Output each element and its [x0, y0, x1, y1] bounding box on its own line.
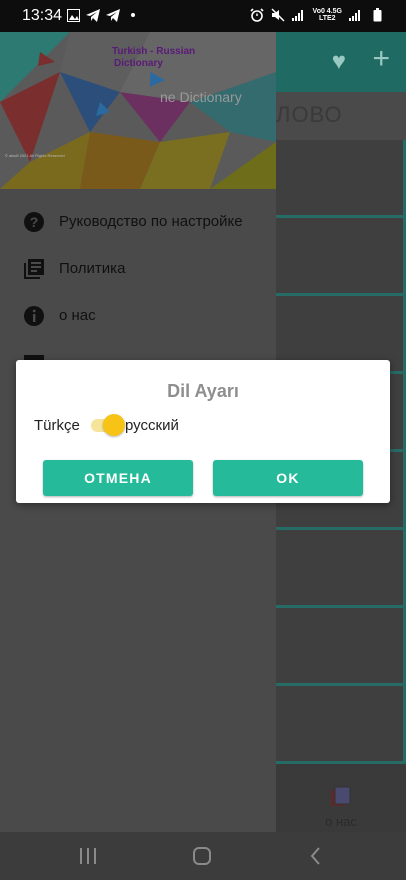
- drawer-app-title: Turkish - Russian Dictionary: [112, 46, 195, 70]
- drawer-item-label: о нас: [59, 307, 96, 324]
- list-item[interactable]: [276, 686, 406, 764]
- drawer-item-about[interactable]: о нас: [0, 292, 276, 340]
- dialog-title: Dil Ayarı: [167, 381, 239, 401]
- language-right-label: русский: [125, 417, 179, 434]
- drawer-item-setup-guide[interactable]: ? Руководство по настройке: [0, 198, 276, 246]
- favorite-icon[interactable]: ♥: [332, 48, 346, 76]
- drawer-item-label: Руководство по настройке: [59, 213, 243, 230]
- recent-apps-icon[interactable]: [76, 844, 100, 868]
- list-item[interactable]: [276, 608, 406, 686]
- list-item[interactable]: [276, 140, 406, 218]
- system-navigation-bar: [0, 832, 406, 880]
- bottom-tab-about[interactable]: о нас: [276, 772, 406, 832]
- add-icon[interactable]: +: [372, 42, 390, 76]
- status-time: 13:34: [22, 7, 63, 24]
- signal-icon: [291, 8, 306, 22]
- search-text: ЛОВО: [276, 102, 343, 127]
- library-books-icon: [22, 257, 46, 281]
- network-type: Vo0 4.5G LTE2: [313, 8, 342, 22]
- network-top-label: Vo0 4.5G: [312, 8, 342, 15]
- status-bar: 13:34 Vo0 4.5G LTE2: [0, 0, 406, 32]
- language-switch[interactable]: [89, 414, 125, 436]
- books-icon: [330, 786, 352, 808]
- telegram-icon: [86, 8, 100, 22]
- list-item[interactable]: [276, 218, 406, 296]
- network-bottom-label: LTE2: [318, 15, 336, 22]
- notification-icons: [66, 8, 140, 22]
- battery-icon: [370, 8, 384, 22]
- language-left-label: Türkçe: [34, 417, 80, 434]
- bottom-tab-label: о нас: [325, 814, 357, 829]
- mute-icon: [271, 8, 285, 22]
- drawer-title-line2: Dictionary: [114, 58, 163, 69]
- alarm-icon: [249, 8, 264, 22]
- system-icons: Vo0 4.5G LTE2: [249, 8, 384, 22]
- back-icon[interactable]: [304, 844, 328, 868]
- list-item[interactable]: [276, 530, 406, 608]
- telegram-icon: [106, 8, 120, 22]
- language-dialog: Dil Ayarı Türkçe русский ОТМЕНА OK: [16, 360, 390, 503]
- drawer-item-label: Политика: [59, 260, 126, 277]
- switch-thumb: [103, 414, 125, 436]
- drawer-title-line1: Turkish - Russian: [112, 46, 196, 57]
- dot-icon: [126, 8, 140, 22]
- signal-icon: [349, 8, 363, 22]
- help-circle-icon: ?: [22, 210, 46, 234]
- drawer-item-policy[interactable]: Политика: [0, 245, 276, 293]
- ok-button[interactable]: OK: [213, 460, 363, 496]
- svg-text:?: ?: [30, 214, 39, 230]
- gallery-icon: [66, 8, 80, 22]
- home-icon[interactable]: [190, 844, 214, 868]
- cancel-button[interactable]: ОТМЕНА: [43, 460, 193, 496]
- info-icon: [22, 304, 46, 328]
- drawer-subtitle: ne Dictionary: [160, 89, 242, 105]
- drawer-copyright: © aisoft 2021 All Rights Reserved: [5, 153, 65, 158]
- drawer-header: Turkish - Russian Dictionary ne Dictiona…: [0, 32, 276, 189]
